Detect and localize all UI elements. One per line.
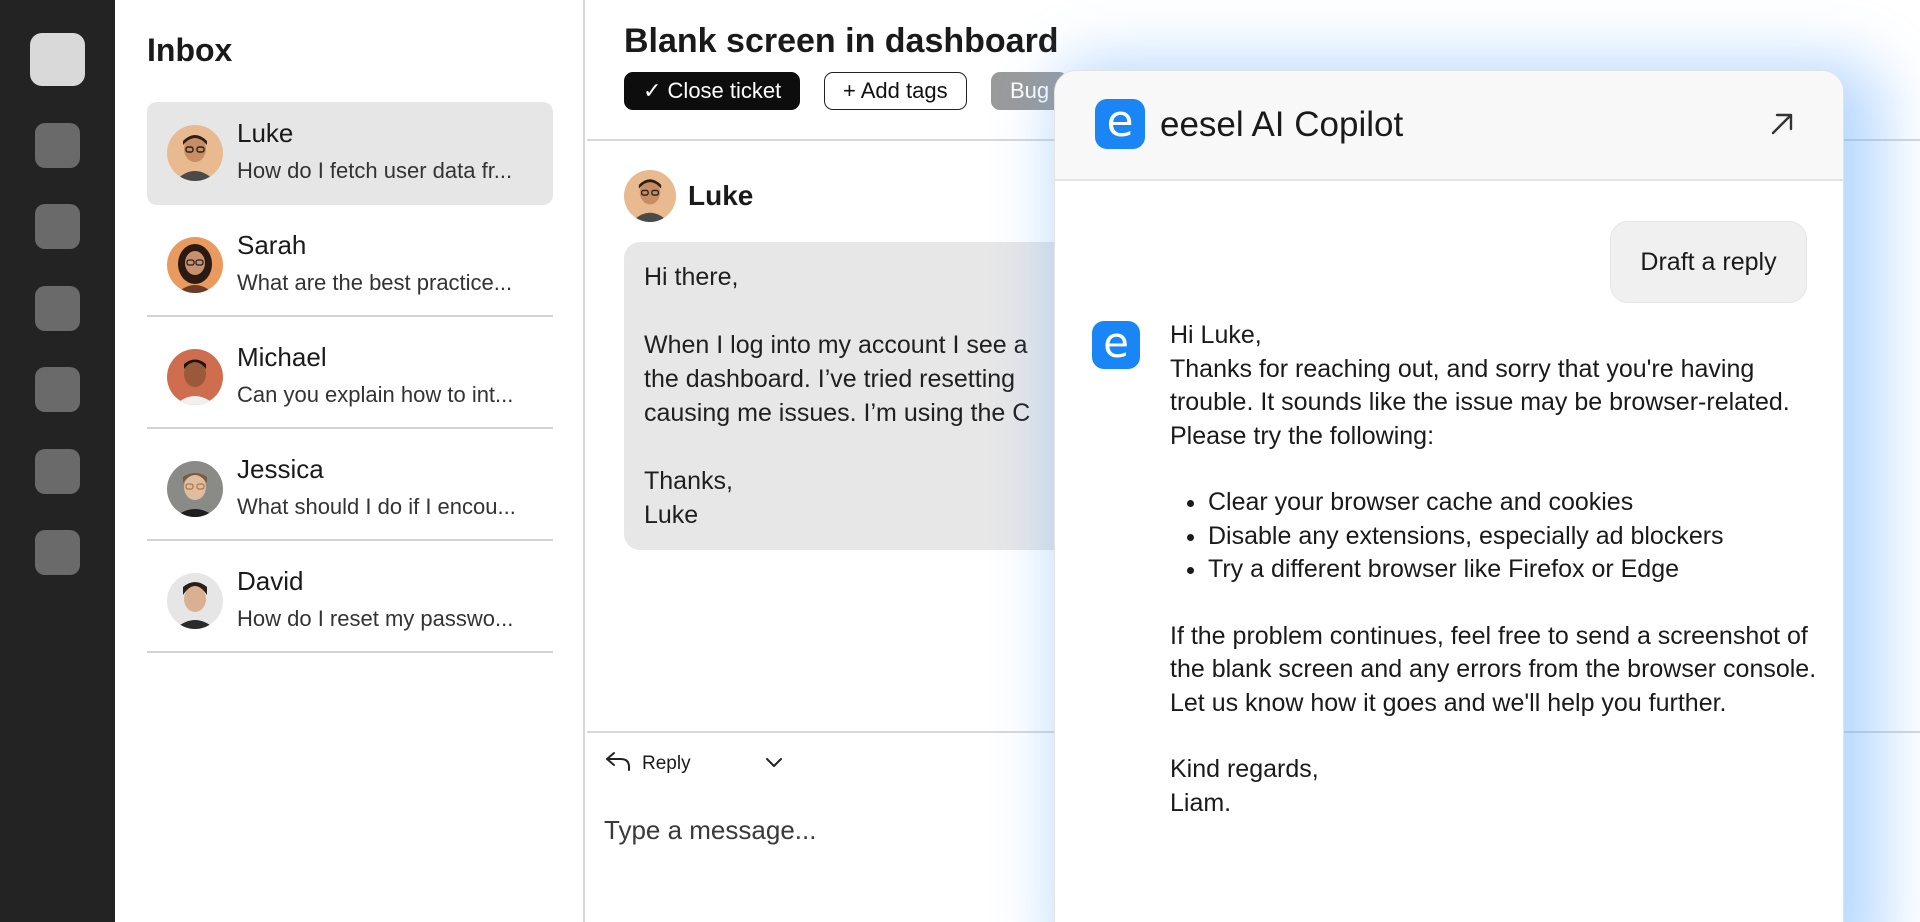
conversation-item-sarah[interactable]: Sarah What are the best practice... [147,214,553,317]
message-line: Hi there, [644,263,739,291]
reply-paragraph: If the problem continues, feel free to s… [1170,621,1817,717]
rail-item-2[interactable] [35,123,80,168]
expand-icon[interactable] [1767,109,1797,139]
close-ticket-button[interactable]: ✓ Close ticket [624,72,801,110]
conversation-name: David [237,566,304,596]
avatar [167,125,223,181]
conversation-name: Michael [237,342,327,372]
message-line: the dashboard. I’ve tried resetting [644,365,1016,393]
reply-greeting: Hi Luke, [1170,321,1262,349]
avatar [167,461,223,517]
message-line: Thanks, [644,467,733,495]
avatar [167,237,223,293]
ai-draft-reply: Hi Luke, Thanks for reaching out, and so… [1170,319,1820,820]
reply-closing: Kind regards, [1170,755,1319,783]
rail-item-7[interactable] [35,530,80,575]
list-item: Disable any extensions, especially ad bl… [1208,520,1820,554]
rail-item-6[interactable] [35,449,80,494]
ticket-title: Blank screen in dashboard [624,22,1059,60]
add-tags-button[interactable]: + Add tags [824,72,967,110]
reply-signature: Liam. [1170,788,1232,817]
eesel-logo-icon: e [1092,321,1140,369]
chevron-down-icon[interactable] [763,752,785,772]
conversation-item-luke[interactable]: Luke How do I fetch user data fr... [147,102,553,205]
draft-reply-button[interactable]: Draft a reply [1610,221,1807,303]
conversation-name: Sarah [237,230,307,260]
copilot-title: eesel AI Copilot [1160,105,1404,144]
list-item: Try a different browser like Firefox or … [1208,553,1820,587]
conversation-preview: How do I reset my passwo... [237,606,514,631]
message-line: Luke [644,501,699,529]
reply-icon[interactable] [604,748,632,774]
avatar [624,170,676,222]
conversation-preview: Can you explain how to int... [237,382,514,407]
conversation-item-david[interactable]: David How do I reset my passwo... [147,550,553,653]
conversation-name: Jessica [237,454,324,484]
conversation-item-jessica[interactable]: Jessica What should I do if I encou... [147,438,553,541]
suggestion-list: Clear your browser cache and cookies Dis… [1208,486,1820,587]
conversation-name: Luke [237,118,294,148]
inbox-panel: Inbox Luke How do I fetch user data fr..… [115,0,585,922]
avatar [167,349,223,405]
conversation-item-michael[interactable]: Michael Can you explain how to int... [147,326,553,429]
rail-item-5[interactable] [35,367,80,412]
reply-paragraph: Thanks for reaching out, and sorry that … [1170,354,1790,450]
conversation-preview: What are the best practice... [237,270,513,295]
app-rail [0,0,115,922]
copilot-panel: e eesel AI Copilot Draft a reply e Hi Lu… [1054,70,1844,922]
rail-item-4[interactable] [35,286,80,331]
message-line: When I log into my account I see a [644,331,1028,359]
reply-mode-label[interactable]: Reply [642,753,691,775]
message-author: Luke [688,180,754,211]
rail-item-3[interactable] [35,204,80,249]
copilot-header: e eesel AI Copilot [1055,71,1843,181]
inbox-title: Inbox [147,32,233,68]
conversation-preview: What should I do if I encou... [237,494,516,519]
message-input[interactable] [604,815,1004,846]
avatar [167,573,223,629]
list-item: Clear your browser cache and cookies [1208,486,1820,520]
conversation-preview: How do I fetch user data fr... [237,158,513,183]
rail-item-home[interactable] [30,33,85,86]
eesel-logo-icon: e [1095,99,1145,149]
message-line: causing me issues. I’m using the C [644,399,1031,427]
